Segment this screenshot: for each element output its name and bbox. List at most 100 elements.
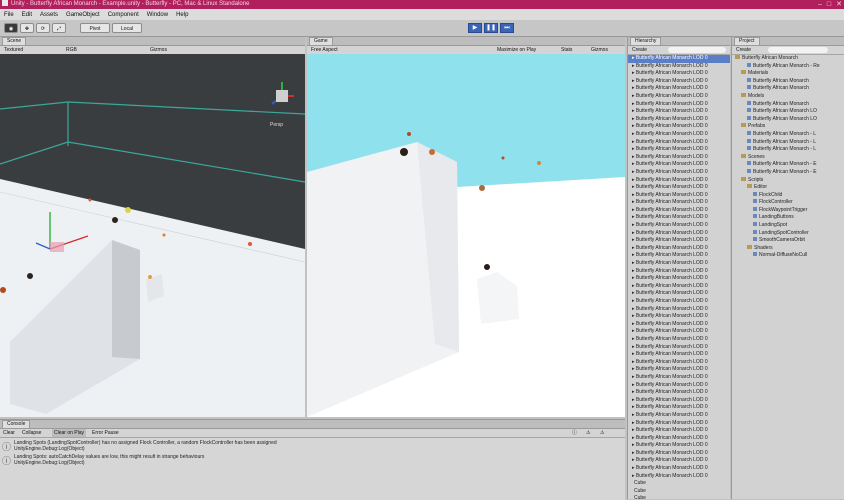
hierarchy-item[interactable]: ▸ Butterfly African Monarch LOD 0: [628, 230, 730, 238]
hierarchy-item[interactable]: ▸ Butterfly African Monarch LOD 0: [628, 169, 730, 177]
project-folder[interactable]: Materials: [732, 70, 844, 78]
rotate-tool-button[interactable]: ⟳: [36, 23, 50, 33]
project-asset[interactable]: Butterfly African Monarch LO: [732, 108, 844, 116]
hierarchy-item[interactable]: ▸ Butterfly African Monarch LOD 0: [628, 366, 730, 374]
project-asset[interactable]: Butterfly African Monarch - L: [732, 138, 844, 147]
stats-toggle[interactable]: Stats: [561, 46, 572, 54]
hierarchy-item[interactable]: ▸ Butterfly African Monarch LOD 0: [628, 404, 730, 412]
local-toggle[interactable]: Local: [112, 23, 142, 33]
project-asset[interactable]: Butterfly African Monarch: [732, 100, 844, 109]
hierarchy-item[interactable]: ▸ Butterfly African Monarch LOD 0: [628, 192, 730, 200]
hierarchy-item[interactable]: ▸ Butterfly African Monarch LOD 0: [628, 207, 730, 215]
tab-project[interactable]: Project: [734, 37, 760, 45]
hierarchy-item[interactable]: ▸ Butterfly African Monarch LOD 0: [628, 344, 730, 352]
project-asset[interactable]: FlockChild: [732, 191, 844, 200]
hierarchy-item[interactable]: ▸ Butterfly African Monarch LOD 0: [628, 161, 730, 169]
pause-button[interactable]: ❚❚: [484, 23, 498, 33]
hierarchy-item[interactable]: ▸ Butterfly African Monarch LOD 0: [628, 321, 730, 329]
hierarchy-item[interactable]: ▸ Butterfly African Monarch LOD 0: [628, 283, 730, 291]
hierarchy-item[interactable]: ▸ Butterfly African Monarch LOD 0: [628, 108, 730, 116]
project-search-input[interactable]: [768, 47, 828, 53]
project-folder[interactable]: Butterfly African Monarch: [732, 55, 844, 63]
console-message[interactable]: ⓘ Landing Spots (LandingSpotController) …: [2, 440, 622, 452]
hierarchy-item[interactable]: Cube: [628, 495, 730, 499]
hierarchy-item[interactable]: ▸ Butterfly African Monarch LOD 0: [628, 306, 730, 314]
hierarchy-item[interactable]: ▸ Butterfly African Monarch LOD 0: [628, 268, 730, 276]
hierarchy-item[interactable]: ▸ Butterfly African Monarch LOD 0: [628, 146, 730, 154]
hierarchy-item[interactable]: ▸ Butterfly African Monarch LOD 0: [628, 85, 730, 93]
hierarchy-item[interactable]: ▸ Butterfly African Monarch LOD 0: [628, 290, 730, 298]
pivot-toggle[interactable]: Pivot: [80, 23, 110, 33]
hierarchy-item[interactable]: Cube: [628, 488, 730, 496]
hierarchy-item[interactable]: ▸ Butterfly African Monarch LOD 0: [628, 298, 730, 306]
hierarchy-item[interactable]: ▸ Butterfly African Monarch LOD 0: [628, 457, 730, 465]
menu-gameobject[interactable]: GameObject: [62, 12, 104, 18]
menu-window[interactable]: Window: [143, 12, 172, 18]
hierarchy-item[interactable]: ▸ Butterfly African Monarch LOD 0: [628, 116, 730, 124]
close-button[interactable]: ✕: [836, 0, 842, 9]
hierarchy-item[interactable]: ▸ Butterfly African Monarch LOD 0: [628, 473, 730, 481]
menu-component[interactable]: Component: [104, 12, 143, 18]
hierarchy-item[interactable]: ▸ Butterfly African Monarch LOD 0: [628, 55, 730, 63]
hierarchy-item[interactable]: ▸ Butterfly African Monarch LOD 0: [628, 214, 730, 222]
console-message[interactable]: ⓘ Landing Spots: autoCatchDelay values a…: [2, 454, 622, 466]
hand-tool-button[interactable]: ◉: [4, 23, 18, 33]
hierarchy-item[interactable]: ▸ Butterfly African Monarch LOD 0: [628, 450, 730, 458]
hierarchy-item[interactable]: ▸ Butterfly African Monarch LOD 0: [628, 313, 730, 321]
aspect-dropdown[interactable]: Free Aspect: [311, 46, 338, 54]
project-asset[interactable]: LandingButtons: [732, 214, 844, 222]
render-mode-dropdown[interactable]: RGB: [66, 46, 77, 54]
hierarchy-item[interactable]: ▸ Butterfly African Monarch LOD 0: [628, 222, 730, 230]
scale-tool-button[interactable]: ⤢: [52, 23, 66, 33]
project-asset[interactable]: Butterfly African Monarch: [732, 77, 844, 86]
tab-scene[interactable]: Scene: [2, 37, 27, 45]
hierarchy-item[interactable]: ▸ Butterfly African Monarch LOD 0: [628, 351, 730, 359]
hierarchy-item[interactable]: ▸ Butterfly African Monarch LOD 0: [628, 260, 730, 268]
project-asset[interactable]: Butterfly African Monarch - L: [732, 130, 844, 139]
hierarchy-item[interactable]: ▸ Butterfly African Monarch LOD 0: [628, 336, 730, 344]
project-folder[interactable]: Models: [732, 92, 844, 101]
console-collapse-button[interactable]: Collapse: [22, 429, 41, 437]
maximize-on-play-toggle[interactable]: Maximize on Play: [497, 46, 536, 54]
project-asset[interactable]: Normal-DiffuseNoCull: [732, 252, 844, 260]
tab-hierarchy[interactable]: Hierarchy: [630, 37, 662, 45]
menu-assets[interactable]: Assets: [36, 12, 62, 18]
hierarchy-item[interactable]: ▸ Butterfly African Monarch LOD 0: [628, 70, 730, 78]
project-folder[interactable]: Shaders: [732, 244, 844, 253]
maximize-button[interactable]: □: [827, 0, 831, 9]
scene-gizmos-dropdown[interactable]: Gizmos: [150, 46, 167, 54]
hierarchy-item[interactable]: ▸ Butterfly African Monarch LOD 0: [628, 245, 730, 253]
info-count-icon[interactable]: ⓘ: [572, 429, 577, 437]
hierarchy-search-input[interactable]: [668, 47, 726, 53]
project-asset[interactable]: LandingSpot: [732, 222, 844, 230]
hierarchy-item[interactable]: ▸ Butterfly African Monarch LOD 0: [628, 397, 730, 405]
error-count-icon[interactable]: ⚠: [600, 429, 604, 437]
menu-edit[interactable]: Edit: [18, 12, 36, 18]
project-asset[interactable]: FlockWaypointTrigger: [732, 206, 844, 215]
hierarchy-item[interactable]: ▸ Butterfly African Monarch LOD 0: [628, 465, 730, 473]
hierarchy-item[interactable]: ▸ Butterfly African Monarch LOD 0: [628, 154, 730, 162]
project-create-dropdown[interactable]: Create: [736, 46, 751, 54]
hierarchy-item[interactable]: ▸ Butterfly African Monarch LOD 0: [628, 412, 730, 420]
project-folder[interactable]: Scripts: [732, 176, 844, 185]
hierarchy-item[interactable]: ▸ Butterfly African Monarch LOD 0: [628, 101, 730, 109]
project-asset[interactable]: LandingSpotController: [732, 229, 844, 238]
hierarchy-item[interactable]: ▸ Butterfly African Monarch LOD 0: [628, 435, 730, 443]
minimize-button[interactable]: –: [818, 0, 822, 9]
hierarchy-item[interactable]: ▸ Butterfly African Monarch LOD 0: [628, 131, 730, 139]
console-clear-button[interactable]: Clear: [3, 429, 15, 437]
hierarchy-item[interactable]: ▸ Butterfly African Monarch LOD 0: [628, 374, 730, 382]
hierarchy-item[interactable]: ▸ Butterfly African Monarch LOD 0: [628, 252, 730, 260]
hierarchy-item[interactable]: ▸ Butterfly African Monarch LOD 0: [628, 382, 730, 390]
play-button[interactable]: ▶: [468, 23, 482, 33]
hierarchy-item[interactable]: ▸ Butterfly African Monarch LOD 0: [628, 389, 730, 397]
hierarchy-item[interactable]: ▸ Butterfly African Monarch LOD 0: [628, 275, 730, 283]
hierarchy-item[interactable]: ▸ Butterfly African Monarch LOD 0: [628, 328, 730, 336]
project-asset[interactable]: SmoothCameraOrbit: [732, 237, 844, 245]
warning-count-icon[interactable]: ⚠: [586, 429, 590, 437]
project-folder[interactable]: Scenes: [732, 153, 844, 162]
hierarchy-item[interactable]: ▸ Butterfly African Monarch LOD 0: [628, 184, 730, 192]
hierarchy-item[interactable]: ▸ Butterfly African Monarch LOD 0: [628, 177, 730, 185]
hierarchy-item[interactable]: ▸ Butterfly African Monarch LOD 0: [628, 139, 730, 147]
hierarchy-item[interactable]: ▸ Butterfly African Monarch LOD 0: [628, 78, 730, 86]
